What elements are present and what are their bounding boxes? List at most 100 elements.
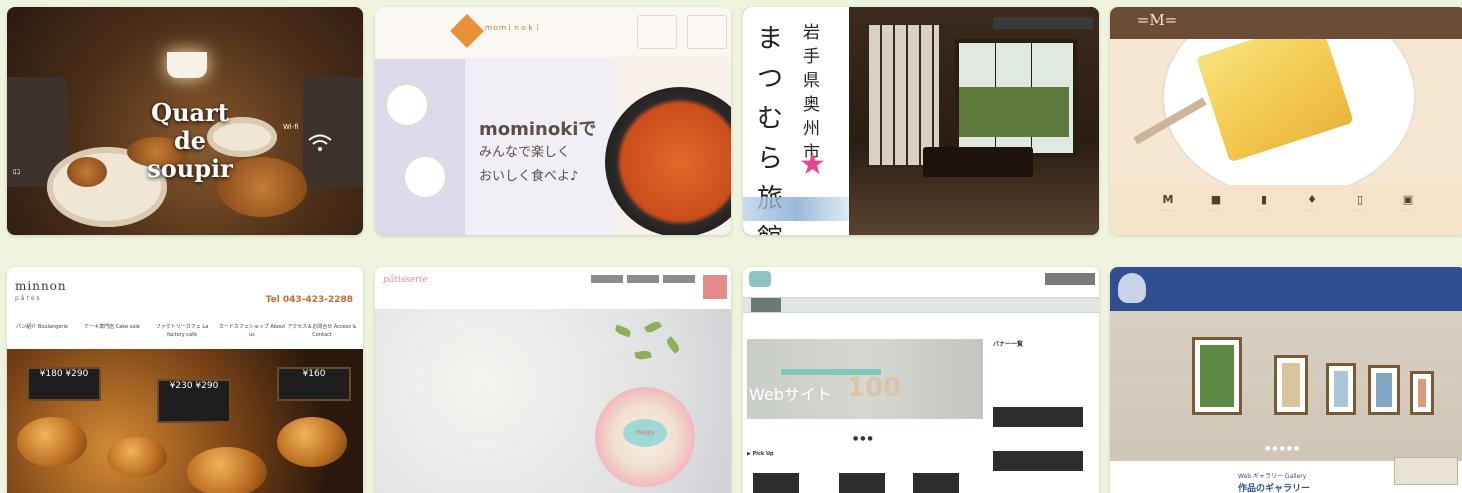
bird-logo <box>1118 273 1146 303</box>
painting <box>1274 355 1308 415</box>
bread <box>187 447 267 493</box>
mini-label: Wi-fi <box>283 123 299 131</box>
nav-item[interactable]: アクセス＆お問合せ Access & Contact <box>287 323 357 339</box>
site-header <box>375 267 731 309</box>
sub-char: 奥 <box>803 95 820 115</box>
banner-text: Webサイト <box>749 385 832 404</box>
nav-box <box>637 15 677 49</box>
wave-decor <box>743 197 849 221</box>
subtitle-line: みんなで楽しく <box>479 145 571 160</box>
m-logo: =M= <box>1136 11 1178 29</box>
nav-item[interactable]: ファクトリーカフェ La factory café <box>147 323 217 339</box>
header-button[interactable] <box>1045 273 1095 285</box>
bread <box>107 437 167 477</box>
logo-icon <box>749 271 771 287</box>
side-band <box>375 59 465 235</box>
sub-char: 県 <box>803 71 820 91</box>
thumbnail-pastel-cake[interactable]: pâtisserie Happy <box>375 267 731 493</box>
price-board: ¥180 ¥290 <box>27 367 101 401</box>
thumb[interactable] <box>913 473 959 493</box>
painting <box>1326 363 1356 415</box>
price-board: ¥160 <box>277 367 351 401</box>
low-table <box>923 147 1033 177</box>
logo-text: ｍｏｍｉｎｏｋｉ <box>485 24 541 32</box>
home-tab[interactable] <box>751 298 781 312</box>
dish <box>387 85 427 125</box>
garden <box>959 87 1069 137</box>
top-bar <box>993 17 1093 29</box>
nav-box <box>687 15 727 49</box>
subtitle-line: おいしく食べよ♪ <box>479 169 579 184</box>
painting <box>1192 337 1242 415</box>
site-header <box>1110 267 1462 311</box>
thumbnail-ryokan[interactable]: ま つ む ら 旅 館 岩 手 県 奥 州 市 ★ <box>743 7 1099 235</box>
logo-text: pâtisserie <box>383 275 428 285</box>
nav-icon[interactable]: ▮ ．．． <box>1244 193 1284 213</box>
cake-label: Happy <box>623 419 667 447</box>
title-char: ら <box>757 144 784 174</box>
bread <box>277 417 347 467</box>
title-char: 館 <box>757 219 785 235</box>
nav-icon[interactable]: M ．．．． <box>1148 193 1188 213</box>
hero-subtitle: みんなで楽しく おいしく食べよ♪ <box>479 141 629 189</box>
nav-bar: パン紹介 Boulangerie ケーキ専門店 Cake sale ファクトリー… <box>7 321 363 345</box>
header-pill[interactable] <box>591 275 623 283</box>
thumbnail-m-cake[interactable]: =M= M ．．．． ■ ．．． ▮ ．．． ♦ ．．． ▯ ．．． ▣ ．．． <box>1110 7 1462 235</box>
sidebar-title: バナー一覧 <box>993 341 1024 348</box>
thumbnail-mominoki[interactable]: ｍｏｍｉｎｏｋｉ mominokiで みんなで楽しく おいしく食べよ♪ <box>375 7 731 235</box>
carousel-dots[interactable]: ●●●●● <box>1265 445 1301 452</box>
nav-item[interactable]: カードカフェショップ About us <box>217 323 287 339</box>
title-char: む <box>757 104 784 134</box>
brand-sub: pâtés <box>15 295 42 302</box>
info-tag <box>1394 457 1458 485</box>
logo-line: de <box>173 126 207 155</box>
nav-icon[interactable]: ▣ ．．． <box>1388 193 1428 213</box>
nav-item[interactable]: パン紹介 Boulangerie <box>7 323 77 331</box>
mini-label: ﾛｺ <box>13 168 20 176</box>
vertical-subtitle: 岩 手 県 奥 州 市 <box>803 21 823 165</box>
wifi-icon <box>307 133 333 158</box>
sub-char: 手 <box>803 47 820 67</box>
price-board: ¥230 ¥290 <box>157 379 231 423</box>
menu-button[interactable] <box>703 275 727 299</box>
site-header <box>375 7 731 57</box>
nav-bar <box>743 297 1099 313</box>
nav-icon[interactable]: ▯ ．．． <box>1340 193 1380 213</box>
bread <box>17 417 87 467</box>
thumb[interactable] <box>753 473 799 493</box>
hero-title: mominokiで <box>479 119 597 140</box>
thumbnail-cafe[interactable]: Quart de soupir ﾛｺ Wi-fi <box>7 7 363 235</box>
cafe-logo: Quart de soupir <box>125 99 255 183</box>
section-title: ▶ Pick Up <box>747 451 774 457</box>
star-icon: ★ <box>799 147 826 182</box>
thumbnail-gallery[interactable]: ●●●●● Web ギャラリー Gallery 作品のギャラリー <box>1110 267 1462 493</box>
header-pill[interactable] <box>627 275 659 283</box>
thumb[interactable] <box>839 473 885 493</box>
carousel-dots[interactable]: ●●● <box>853 435 875 442</box>
sidebar-banner[interactable] <box>993 407 1083 427</box>
nav-item[interactable]: ケーキ専門店 Cake sale <box>77 323 147 331</box>
nav-icon[interactable]: ♦ ．．． <box>1292 193 1332 213</box>
phone-number: Tel 043-423-2288 <box>265 295 353 305</box>
brand-name: minnon <box>15 279 67 293</box>
lamp-shape <box>167 52 207 78</box>
sofa-right <box>303 77 363 187</box>
painting <box>1368 365 1400 415</box>
header-pill[interactable] <box>663 275 695 283</box>
painting <box>1410 371 1434 415</box>
nav-icon[interactable]: ■ ．．． <box>1196 193 1236 213</box>
sub-char: 岩 <box>803 23 820 43</box>
footer-title: 作品のギャラリー <box>1238 484 1311 493</box>
logo-line: Quart <box>151 98 229 127</box>
shoji-screen <box>869 25 939 165</box>
food <box>67 157 107 187</box>
thumbnail-minnon[interactable]: minnon pâtés Tel 043-423-2288 パン紹介 Boula… <box>7 267 363 493</box>
sidebar-banner[interactable] <box>993 451 1083 471</box>
thumbnail-web-portal[interactable]: Webサイト 100 ●●● ▶ Pick Up バナー一覧 <box>743 267 1099 493</box>
banner-number: 100 <box>847 373 902 403</box>
title-char: ま <box>757 24 784 54</box>
title-char: つ <box>757 64 784 94</box>
logo-line: soupir <box>147 154 233 183</box>
dish <box>405 157 445 197</box>
footer-small-text: Web ギャラリー Gallery <box>1238 473 1307 480</box>
